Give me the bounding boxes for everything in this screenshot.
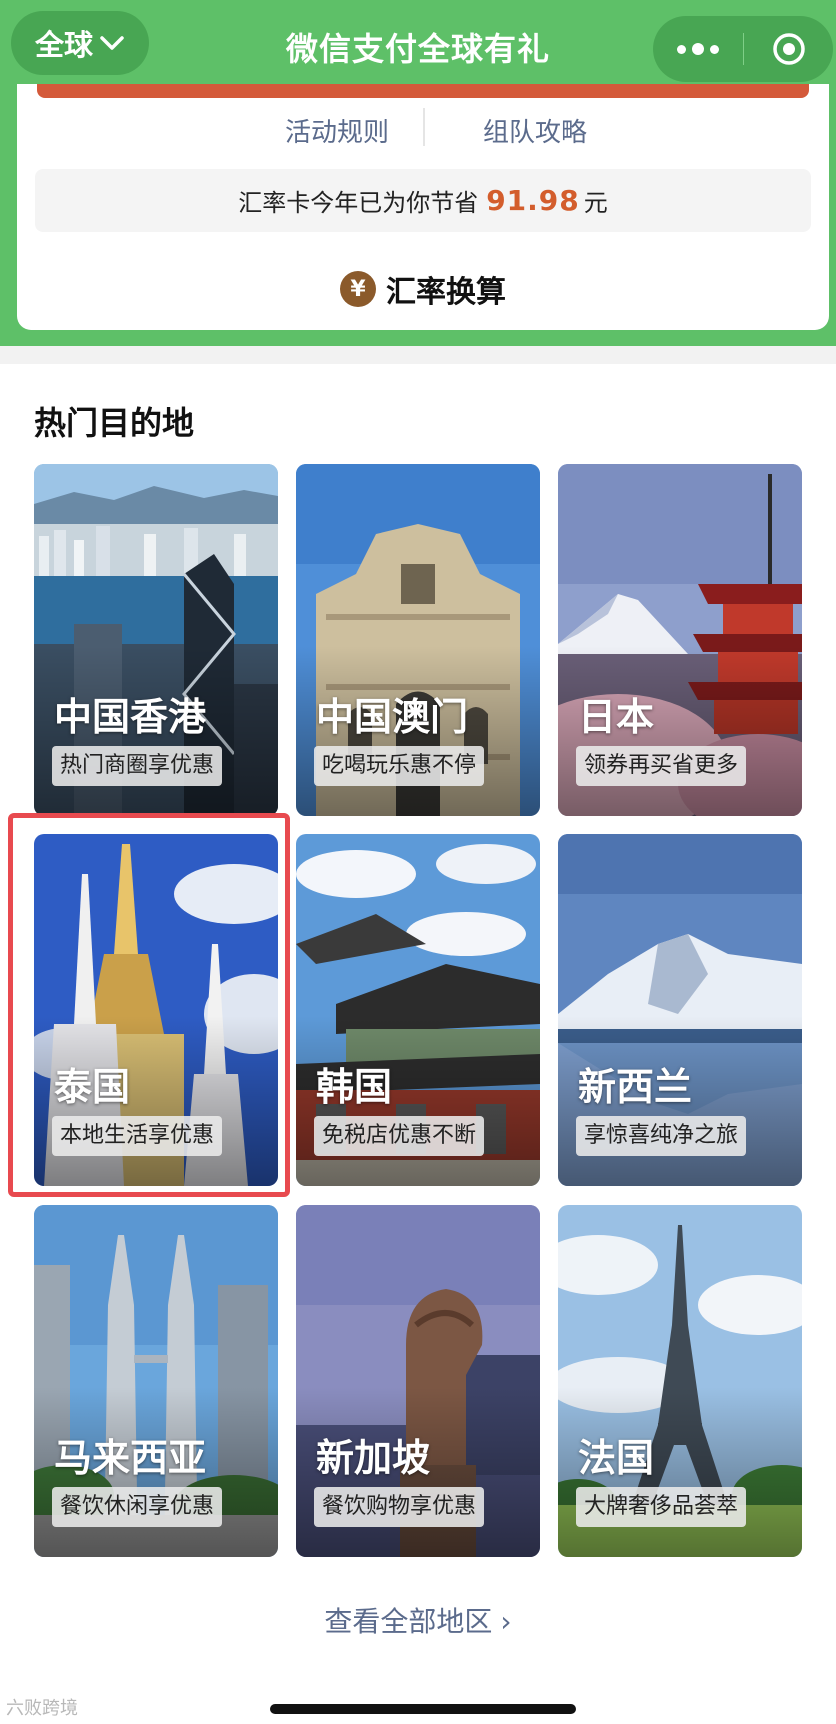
view-all-regions-link[interactable]: 查看全部地区 › <box>0 1600 836 1640</box>
watermark: 六败跨境 <box>6 1698 78 1719</box>
view-all-label: 查看全部地区 <box>324 1605 493 1638</box>
destination-name: 韩国 <box>316 1065 393 1109</box>
destination-name: 中国澳门 <box>316 695 469 739</box>
region-label: 全球 <box>34 28 93 62</box>
chevron-down-icon <box>100 36 124 50</box>
activity-rules-link[interactable]: 活动规则 <box>227 112 447 149</box>
saving-amount: 91.98 <box>486 184 580 217</box>
chevron-right-icon: › <box>500 1605 512 1638</box>
capsule-divider <box>743 33 744 65</box>
section-divider <box>0 346 836 364</box>
hot-destinations-title: 热门目的地 <box>34 404 195 442</box>
destination-tag: 享惊喜纯净之旅 <box>576 1116 747 1156</box>
destination-tag: 本地生活享优惠 <box>52 1116 223 1156</box>
destination-card-macau[interactable]: 中国澳门 吃喝玩乐惠不停 <box>296 464 540 816</box>
destination-tag: 领券再买省更多 <box>576 746 747 786</box>
destination-tag: 免税店优惠不断 <box>314 1116 485 1156</box>
yen-icon: ¥ <box>340 271 376 307</box>
currency-converter-label: 汇率换算 <box>386 275 506 310</box>
destination-tag: 餐饮休闲享优惠 <box>52 1487 223 1527</box>
banner-bottom-edge <box>37 84 809 98</box>
destination-card-thailand[interactable]: 泰国 本地生活享优惠 <box>34 834 278 1186</box>
destination-tag: 热门商圈享优惠 <box>52 746 223 786</box>
activity-card: 活动规则 组队攻略 汇率卡今年已为你节省 91.98 元 ¥ 汇率换算 <box>17 84 829 330</box>
destination-name: 马来西亚 <box>54 1436 207 1480</box>
more-options-icon[interactable] <box>653 16 743 82</box>
destination-tag: 吃喝玩乐惠不停 <box>314 746 485 786</box>
currency-converter-button[interactable]: ¥ 汇率换算 <box>17 262 829 316</box>
destination-card-hongkong[interactable]: 中国香港 热门商圈享优惠 <box>34 464 278 816</box>
destination-card-korea[interactable]: 韩国 免税店优惠不断 <box>296 834 540 1186</box>
destination-card-newzealand[interactable]: 新西兰 享惊喜纯净之旅 <box>558 834 802 1186</box>
destination-card-france[interactable]: 法国 大牌奢侈品荟萃 <box>558 1205 802 1557</box>
destination-name: 日本 <box>578 695 655 739</box>
page-title: 微信支付全球有礼 <box>285 30 550 68</box>
destination-name: 泰国 <box>54 1065 131 1109</box>
home-indicator[interactable] <box>270 1704 576 1714</box>
destination-card-singapore[interactable]: 新加坡 餐饮购物享优惠 <box>296 1205 540 1557</box>
destination-card-malaysia[interactable]: 马来西亚 餐饮休闲享优惠 <box>34 1205 278 1557</box>
exchange-saving-info: 汇率卡今年已为你节省 91.98 元 <box>35 169 811 232</box>
close-miniprogram-icon[interactable] <box>771 31 807 67</box>
destination-tag: 餐饮购物享优惠 <box>314 1487 485 1527</box>
destination-card-japan[interactable]: 日本 领券再买省更多 <box>558 464 802 816</box>
activity-links: 活动规则 组队攻略 <box>17 100 829 156</box>
region-selector-button[interactable]: 全球 <box>11 11 149 75</box>
saving-prefix: 汇率卡今年已为你节省 <box>238 189 479 217</box>
destination-name: 法国 <box>578 1436 655 1480</box>
destination-name: 新西兰 <box>578 1065 693 1109</box>
destination-tag: 大牌奢侈品荟萃 <box>576 1487 747 1527</box>
team-guide-link[interactable]: 组队攻略 <box>419 112 651 149</box>
saving-suffix: 元 <box>583 189 608 217</box>
miniprogram-capsule <box>653 16 833 82</box>
destination-name: 中国香港 <box>54 695 207 739</box>
destination-name: 新加坡 <box>316 1436 431 1480</box>
